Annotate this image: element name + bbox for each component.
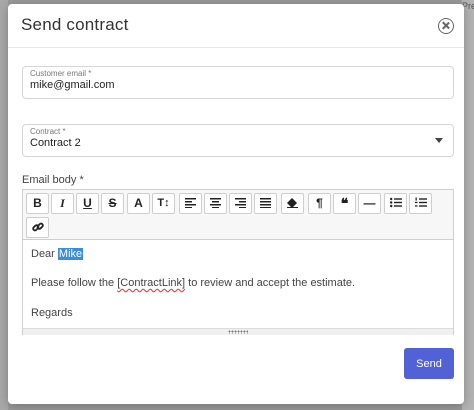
align-right-icon[interactable] (229, 193, 252, 214)
align-left-icon[interactable] (179, 193, 202, 214)
greeting-text: Dear (31, 248, 58, 260)
instruction-after: to review and accept the estimate. (185, 277, 356, 289)
customer-email-label: Customer email * (30, 69, 92, 78)
email-body-editor[interactable]: B I U S A T↕ ¶ ❝ — Dear Mike Please foll… (22, 189, 454, 335)
customer-email-value[interactable]: mike@gmail.com (30, 79, 115, 91)
font-size-icon[interactable]: T↕ (152, 193, 175, 214)
contract-selected-value[interactable]: Contract 2 (30, 137, 81, 149)
italic-icon[interactable]: I (51, 193, 74, 214)
chevron-down-icon[interactable] (435, 138, 443, 143)
contract-select[interactable]: Contract * Contract 2 (22, 124, 454, 157)
send-contract-dialog: Send contract Customer email * mike@gmai… (8, 4, 464, 404)
horizontal-rule-icon[interactable]: — (358, 193, 381, 214)
dialog-header: Send contract (8, 4, 464, 48)
dialog-title: Send contract (21, 15, 129, 34)
align-center-icon[interactable] (204, 193, 227, 214)
contract-label: Contract * (30, 127, 66, 136)
strikethrough-icon[interactable]: S (101, 193, 124, 214)
editor-content[interactable]: Dear Mike Please follow the [ContractLin… (23, 240, 453, 328)
instruction-before: Please follow the (31, 277, 118, 289)
underline-icon[interactable]: U (76, 193, 99, 214)
greeting-line: Dear Mike (31, 248, 84, 260)
close-icon[interactable] (438, 18, 454, 34)
align-justify-icon[interactable] (254, 193, 277, 214)
paragraph-icon[interactable]: ¶ (308, 193, 331, 214)
editor-toolbar: B I U S A T↕ ¶ ❝ — (23, 190, 453, 240)
quote-icon[interactable]: ❝ (333, 193, 356, 214)
editor-resize-handle[interactable] (23, 328, 453, 335)
send-button[interactable]: Send (404, 348, 454, 379)
customer-email-field[interactable]: Customer email * mike@gmail.com (22, 66, 454, 99)
link-icon[interactable] (26, 217, 49, 238)
numbered-list-icon[interactable] (409, 193, 432, 214)
closing-line: Regards (31, 307, 73, 319)
contract-link-token: [ContractLink] (117, 277, 186, 289)
instruction-line: Please follow the [ContractLink] to revi… (31, 277, 355, 289)
font-color-icon[interactable]: A (127, 193, 150, 214)
eraser-icon[interactable] (281, 193, 304, 214)
bold-icon[interactable]: B (26, 193, 49, 214)
email-body-label: Email body * (22, 174, 84, 186)
resize-grip-icon[interactable] (228, 330, 248, 334)
backdrop-left (0, 0, 8, 410)
bullet-list-icon[interactable] (384, 193, 407, 214)
selected-name: Mike (57, 248, 84, 260)
